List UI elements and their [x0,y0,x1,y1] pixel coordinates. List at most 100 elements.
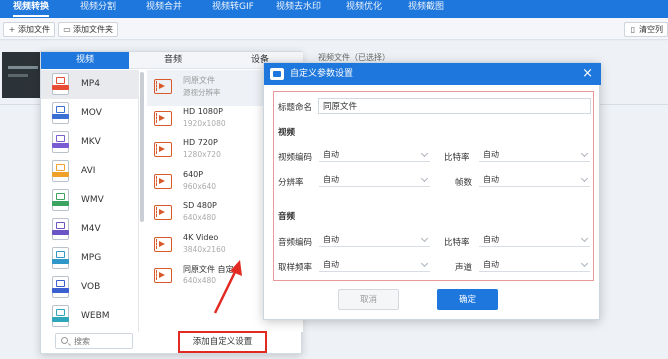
preset-resolution: 960x640 [183,181,217,191]
clear-list-label: 清空列 [639,25,663,34]
plus-icon: + [8,25,16,34]
preset-name: HD 720P [183,138,218,147]
film-icon [154,142,172,157]
video-codec-value: 自动 [323,150,339,159]
add-file-button[interactable]: + 添加文件 [3,22,55,37]
title-name-input[interactable] [318,98,591,114]
tab-video-merge[interactable]: 视频合并 [146,0,182,18]
arrow-annotation-icon [213,260,242,314]
audio-codec-value: 自动 [323,235,339,244]
cancel-button[interactable]: 取消 [338,289,399,310]
channel-label: 声道 [455,263,473,273]
format-item-webm[interactable]: WEBM [41,302,139,331]
preset-resolution: 640x480 [183,213,217,222]
preset-resolution: 源视分辨率 [183,88,221,97]
chevron-down-icon [420,234,429,243]
video-file-icon [52,276,69,298]
preset-name: HD 1080P [183,106,223,116]
video-file-icon [52,189,69,211]
add-folder-button[interactable]: ▭ 添加文件夹 [58,22,118,37]
format-item-m4v[interactable]: M4V [41,215,139,244]
search-box[interactable] [55,333,133,349]
video-file-icon [52,160,69,182]
audio-section-heading: 音频 [278,212,296,222]
format-item-mkv[interactable]: MKV [41,128,139,157]
format-name: MP4 [81,79,100,89]
format-name: WEBM [81,311,110,321]
framerate-label: 帧数 [455,178,473,188]
close-icon[interactable]: × [582,63,593,85]
format-name: M4V [81,224,101,234]
channel-value: 自动 [483,260,499,269]
framerate-select[interactable]: 自动 [479,172,590,187]
format-list-scrollbar[interactable] [140,72,144,222]
tab-video-split[interactable]: 视频分割 [80,0,116,18]
format-name: MOV [81,108,102,118]
channel-select[interactable]: 自动 [479,257,590,272]
title-name-label: 标题命名 [278,103,313,113]
trash-icon: ▯ [630,25,636,34]
tab-video-optimize[interactable]: 视频优化 [346,0,382,18]
ok-button[interactable]: 确定 [437,289,498,310]
video-file-icon [52,73,69,95]
add-file-label: 添加文件 [18,25,50,34]
custom-params-dialog: 自定义参数设置 × 标题命名 视频 视频编码 自动 比特率 自动 分辨率 自动 … [263,62,601,320]
audio-codec-select[interactable]: 自动 [319,232,430,247]
bitrate-select[interactable]: 自动 [479,147,590,162]
chevron-down-icon [580,149,589,158]
preset-resolution: 3840x2160 [183,244,226,254]
settings-app-icon [270,68,284,80]
chevron-down-icon [580,174,589,183]
video-file-icon [52,247,69,269]
preset-resolution: 1920x1080 [183,118,226,128]
samplerate-select[interactable]: 自动 [319,257,430,272]
preset-name: 4K Video [183,232,219,242]
chevron-down-icon [420,174,429,183]
film-icon [154,79,172,94]
search-input[interactable] [74,335,130,347]
resolution-label: 分辨率 [278,178,304,188]
folder-icon: ▭ [63,25,71,34]
film-icon [154,236,172,252]
samplerate-label: 取样频率 [278,263,313,273]
tab-remove-watermark[interactable]: 视频去水印 [276,0,321,18]
film-icon [154,173,172,189]
chevron-down-icon [420,149,429,158]
dialog-form: 标题命名 视频 视频编码 自动 比特率 自动 分辨率 自动 帧数 自动 音频 音… [273,91,594,281]
video-file-icon [52,131,69,153]
video-section-heading: 视频 [278,128,296,138]
format-item-mpg[interactable]: MPG [41,244,139,273]
format-name: WMV [81,195,104,205]
format-item-mov[interactable]: MOV [41,99,139,128]
format-name: MPG [81,253,102,263]
dialog-title: 自定义参数设置 [290,69,354,79]
preset-name: 640P [183,169,204,179]
tab-video[interactable]: 视频 [41,52,129,69]
tab-video-screenshot[interactable]: 视频截图 [408,0,444,18]
resolution-value: 自动 [323,175,339,184]
tab-video-convert[interactable]: 视频转换 [13,0,50,18]
add-custom-settings-button[interactable]: 添加自定义设置 [178,331,267,353]
chevron-down-icon [580,234,589,243]
format-item-vob[interactable]: VOB [41,273,139,302]
format-name: AVI [81,166,96,176]
audio-bitrate-value: 自动 [483,235,499,244]
resolution-select[interactable]: 自动 [319,172,430,187]
film-icon [154,110,172,126]
clear-list-button[interactable]: ▯ 清空列 [624,22,668,37]
format-name: VOB [81,282,101,292]
dialog-title-bar: 自定义参数设置 × [264,63,601,85]
preset-name: SD 480P [183,201,217,210]
tab-video-to-gif[interactable]: 视频转GIF [212,0,254,18]
format-item-mp4[interactable]: MP4 [41,70,139,99]
video-file-icon [52,102,69,124]
video-codec-select[interactable]: 自动 [319,147,430,162]
format-item-avi[interactable]: AVI [41,157,139,186]
format-item-wmv[interactable]: WMV [41,186,139,215]
chevron-down-icon [580,259,589,268]
tab-audio[interactable]: 音频 [129,52,217,69]
toolbar: + 添加文件 ▭ 添加文件夹 ▯ 清空列 [0,18,668,40]
audio-bitrate-select[interactable]: 自动 [479,232,590,247]
samplerate-value: 自动 [323,260,339,269]
preset-resolution: 1280x720 [183,150,221,159]
